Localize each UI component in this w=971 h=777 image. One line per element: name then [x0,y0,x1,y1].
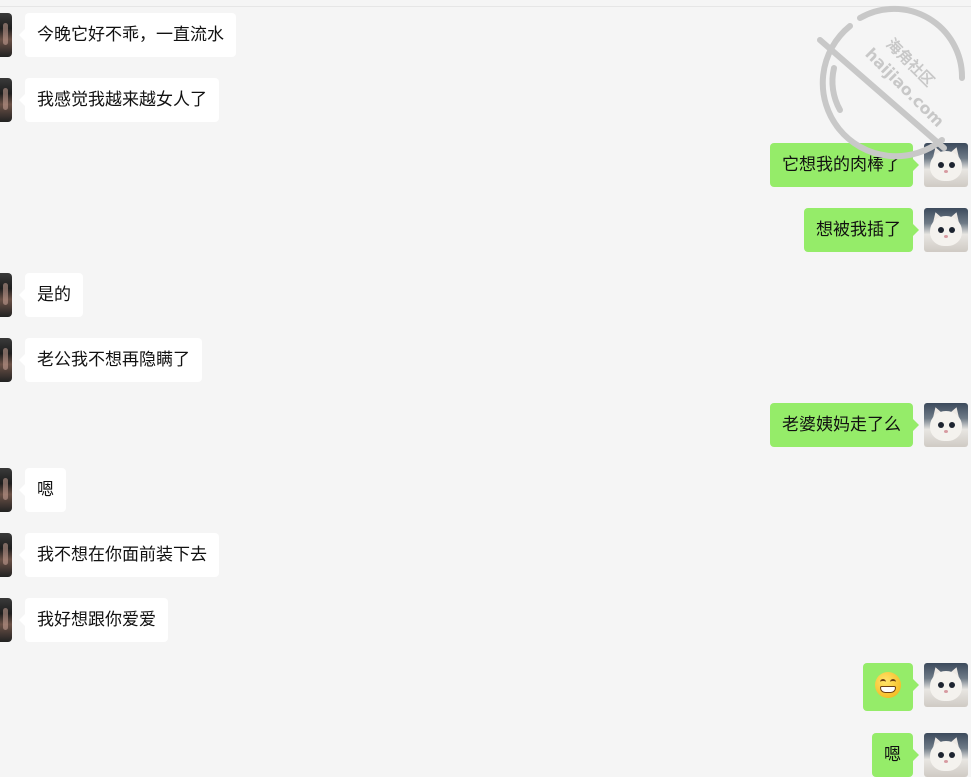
chat-message-list[interactable]: 今晚它好不乖，一直流水 我感觉我越来越女人了 它想我的肉棒了 想被我插了 是的 [0,0,971,777]
message-row-incoming: 今晚它好不乖，一直流水 [0,13,971,57]
cat-eye-icon [949,682,955,688]
cat-head-icon [930,151,962,181]
cat-nose-icon [944,170,948,173]
message-bubble-outgoing[interactable] [863,663,919,711]
message-row-outgoing: 它想我的肉棒了 [0,143,971,187]
contact-avatar[interactable] [0,78,12,122]
message-bubble-outgoing[interactable]: 想被我插了 [804,208,919,252]
message-row-incoming: 嗯 [0,468,971,512]
message-bubble-incoming[interactable]: 是的 [19,273,83,317]
cat-eye-icon [938,682,944,688]
cat-eye-icon [949,227,955,233]
message-bubble-outgoing[interactable]: 老婆姨妈走了么 [770,403,919,447]
message-row-outgoing: 嗯 [0,733,971,777]
contact-avatar[interactable] [0,338,12,382]
cat-head-icon [930,411,962,441]
message-bubble-incoming[interactable]: 嗯 [19,468,66,512]
message-bubble-outgoing[interactable]: 嗯 [872,733,919,777]
message-row-incoming: 我不想在你面前装下去 [0,533,971,577]
cat-nose-icon [944,760,948,763]
white-cat-avatar[interactable] [924,663,968,707]
contact-avatar[interactable] [0,533,12,577]
message-row-outgoing [0,663,971,711]
message-bubble-incoming[interactable]: 老公我不想再隐瞒了 [19,338,202,382]
white-cat-avatar[interactable] [924,403,968,447]
message-bubble-incoming[interactable]: 我不想在你面前装下去 [19,533,219,577]
contact-avatar[interactable] [0,598,12,642]
cat-head-icon [930,216,962,246]
cat-eye-icon [949,752,955,758]
cat-eye-icon [949,422,955,428]
message-bubble-outgoing[interactable]: 它想我的肉棒了 [770,143,919,187]
cat-nose-icon [944,430,948,433]
message-bubble-incoming[interactable]: 我好想跟你爱爱 [19,598,168,642]
contact-avatar[interactable] [0,13,12,57]
message-row-incoming: 我好想跟你爱爱 [0,598,971,642]
cat-head-icon [930,741,962,771]
cat-eye-icon [938,422,944,428]
message-row-incoming: 我感觉我越来越女人了 [0,78,971,122]
cat-nose-icon [944,690,948,693]
grinning-face-emoji-icon [875,672,901,698]
message-bubble-incoming[interactable]: 我感觉我越来越女人了 [19,78,219,122]
cat-eye-icon [949,162,955,168]
contact-avatar[interactable] [0,273,12,317]
message-row-outgoing: 想被我插了 [0,208,971,252]
white-cat-avatar[interactable] [924,733,968,777]
cat-eye-icon [938,162,944,168]
message-row-outgoing: 老婆姨妈走了么 [0,403,971,447]
message-row-incoming: 是的 [0,273,971,317]
message-row-incoming: 老公我不想再隐瞒了 [0,338,971,382]
message-bubble-incoming[interactable]: 今晚它好不乖，一直流水 [19,13,236,57]
white-cat-avatar[interactable] [924,208,968,252]
white-cat-avatar[interactable] [924,143,968,187]
cat-head-icon [930,671,962,701]
cat-eye-icon [938,227,944,233]
contact-avatar[interactable] [0,468,12,512]
cat-nose-icon [944,235,948,238]
cat-eye-icon [938,752,944,758]
